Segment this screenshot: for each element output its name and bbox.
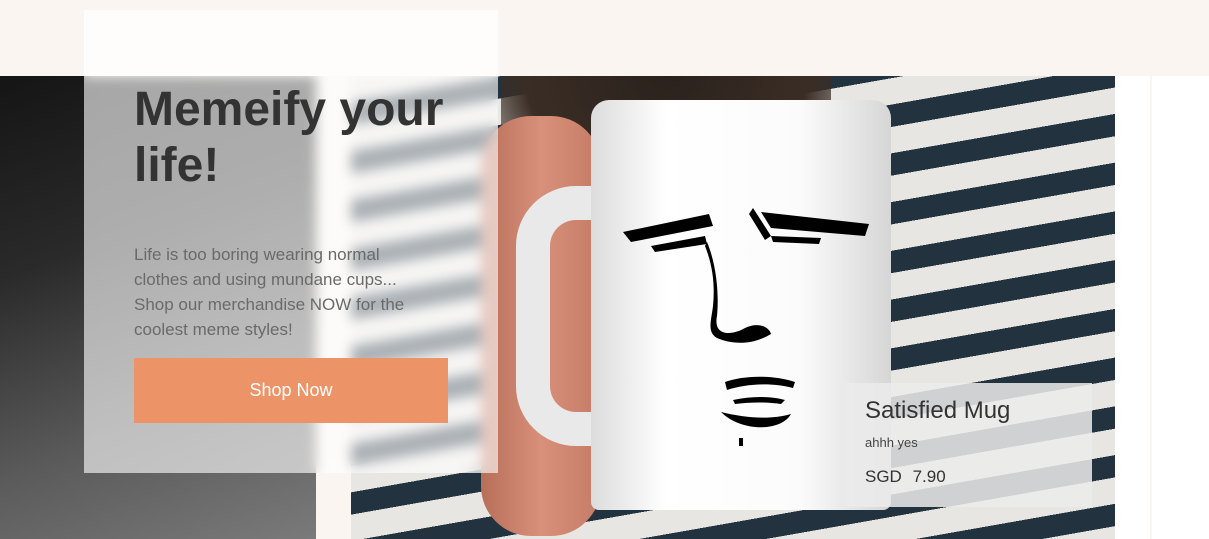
hero-description: Life is too boring wearing normal clothe… [134,245,405,339]
product-price: SGD 7.90 [865,467,946,487]
hero-title: Memeify your life! [134,83,444,192]
hero-card: Memeify your life! Life is too boring we… [84,10,498,473]
product-description: ahhh yes [865,435,918,450]
meme-face-icon [623,208,869,446]
shop-now-button[interactable]: Shop Now [134,358,448,423]
price-value: 7.90 [912,467,946,486]
product-name: Satisfied Mug [865,397,1011,424]
price-currency: SGD [865,467,902,486]
product-card[interactable]: Satisfied Mug ahhh yes SGD 7.90 [845,383,1092,507]
